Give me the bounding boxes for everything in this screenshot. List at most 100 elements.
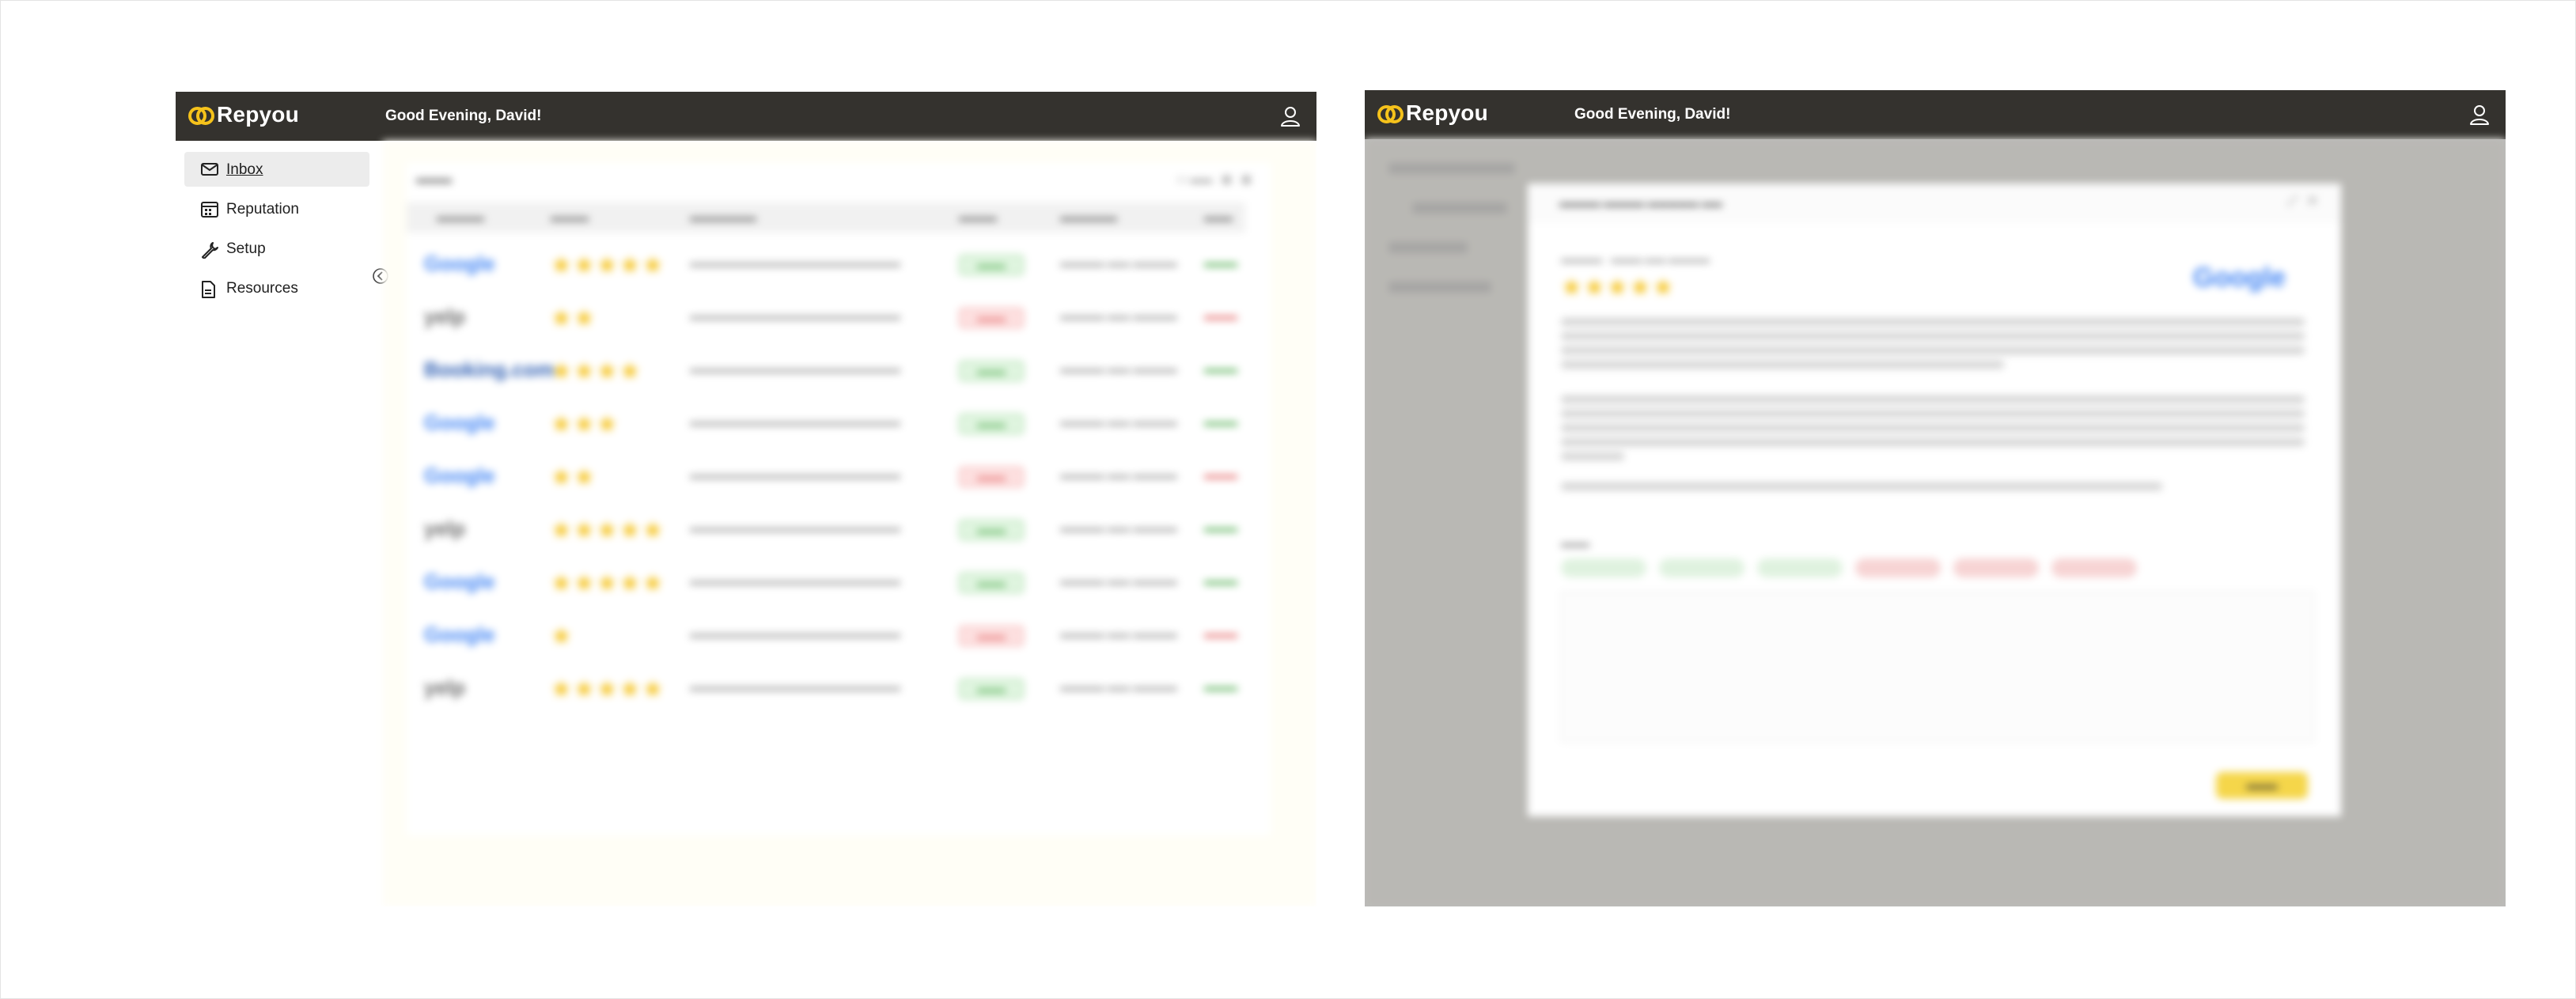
rating-stars: ★	[551, 623, 574, 649]
rating-stars: ★★★	[551, 411, 619, 437]
table-header: ▬▬▬▬▬ ▬▬▬▬ ▬▬▬▬▬▬▬ ▬▬▬▬ ▬▬▬▬▬▬ ▬▬▬	[407, 202, 1245, 233]
repyou-rings-icon	[1377, 104, 1404, 123]
status-label-blurred: ▬▬▬	[1204, 362, 1237, 375]
review-excerpt-blurred: ▬▬▬▬▬▬▬▬▬▬▬▬▬▬▬▬▬▬▬	[690, 521, 900, 534]
sentiment-badge: ▬▬▬	[959, 361, 1024, 381]
top-bar: Repyou Good Evening, David!	[176, 92, 1316, 141]
table-row[interactable]: Google ★★★★★ ▬▬▬▬▬▬▬▬▬▬▬▬▬▬▬▬▬▬▬ ▬▬▬ ▬▬▬▬ ▬▬…	[407, 236, 1245, 289]
table-row[interactable]: Google ★★★★★ ▬▬▬▬▬▬▬▬▬▬▬▬▬▬▬▬▬▬▬ ▬▬▬ ▬▬▬▬ ▬▬…	[407, 554, 1245, 607]
sentiment-badge: ▬▬▬	[959, 467, 1024, 487]
review-source-logo: yelp	[424, 305, 466, 328]
review-text-line	[1561, 482, 2162, 490]
sentiment-badge: ▬▬▬	[959, 255, 1024, 275]
review-date-blurred: ▬▬▬▬ ▬▬ ▬▬▬▬	[1060, 309, 1177, 322]
review-meta-blurred: ▬▬▬▬ · ▬▬▬ ▬▬ ▬▬▬▬	[1561, 253, 1710, 265]
review-excerpt-blurred: ▬▬▬▬▬▬▬▬▬▬▬▬▬▬▬▬▬▬▬	[690, 256, 900, 269]
review-text-line	[1561, 438, 2305, 446]
table-row[interactable]: yelp ★★★★★ ▬▬▬▬▬▬▬▬▬▬▬▬▬▬▬▬▬▬▬ ▬▬▬ ▬▬▬▬ ▬▬ ▬…	[407, 501, 1245, 554]
inbox-screen: Repyou Good Evening, David! Inbox Reputa…	[176, 92, 1316, 906]
table-row[interactable]: Booking.com ★★★★ ▬▬▬▬▬▬▬▬▬▬▬▬▬▬▬▬▬▬▬ ▬▬▬ ▬▬▬…	[407, 342, 1245, 395]
greeting: Good Evening, David!	[385, 108, 542, 124]
review-text-line	[1561, 424, 2305, 432]
review-text-line	[1561, 346, 2305, 354]
review-date-blurred: ▬▬▬▬ ▬▬ ▬▬▬▬	[1060, 627, 1177, 640]
review-text-line	[1561, 452, 1624, 460]
rating-stars: ★★★★★	[551, 570, 665, 596]
review-text-line	[1561, 332, 2305, 340]
sidebar: Inbox Reputation Setup Resources	[176, 141, 388, 906]
sidebar-item-inbox[interactable]: Inbox	[184, 152, 369, 187]
sentiment-badge: ▬▬▬	[959, 308, 1024, 328]
document-icon	[202, 281, 215, 298]
submit-button[interactable]: ▬▬▬	[2216, 772, 2308, 799]
review-excerpt-blurred: ▬▬▬▬▬▬▬▬▬▬▬▬▬▬▬▬▬▬▬	[690, 680, 900, 693]
table-row[interactable]: yelp ★★★★★ ▬▬▬▬▬▬▬▬▬▬▬▬▬▬▬▬▬▬▬ ▬▬▬ ▬▬▬▬ ▬▬ ▬…	[407, 660, 1245, 713]
top-bar: Repyou Good Evening, David!	[1365, 90, 2506, 139]
review-date-blurred: ▬▬▬▬ ▬▬ ▬▬▬▬	[1060, 362, 1177, 375]
tag-chip[interactable]	[2051, 558, 2137, 577]
card-toolbar-blurred: ▭ ▬▬ ▣ ▣	[1176, 172, 1252, 185]
review-date-blurred: ▬▬▬▬ ▬▬ ▬▬▬▬	[1060, 574, 1177, 587]
review-source-logo: yelp	[424, 517, 466, 540]
brand-logo[interactable]: Repyou	[188, 102, 299, 127]
repyou-rings-icon	[188, 105, 214, 125]
status-label-blurred: ▬▬▬	[1204, 256, 1237, 269]
tag-chip[interactable]	[1757, 558, 1843, 577]
review-source-logo: Google	[424, 411, 495, 434]
review-source-logo: Google	[424, 464, 495, 487]
brand-name: Repyou	[217, 102, 299, 127]
reviews-card: ▬▬▬ ▭ ▬▬ ▣ ▣ ▬▬▬▬▬ ▬▬▬▬ ▬▬▬▬▬▬▬ ▬▬▬▬ ▬▬▬…	[407, 163, 1271, 835]
calendar-grid-icon	[201, 202, 218, 218]
brand-logo[interactable]: Repyou	[1377, 100, 1488, 126]
status-label-blurred: ▬▬▬	[1204, 309, 1237, 322]
review-excerpt-blurred: ▬▬▬▬▬▬▬▬▬▬▬▬▬▬▬▬▬▬▬	[690, 574, 900, 587]
review-modal-screen: Repyou Good Evening, David! ▬▬▬▬ ▬▬▬▬ ▬▬…	[1365, 90, 2506, 906]
sidebar-item-reputation[interactable]: Reputation	[184, 191, 369, 226]
review-text-line	[1561, 410, 2305, 418]
sentiment-badge: ▬▬▬	[959, 679, 1024, 699]
review-excerpt-blurred: ▬▬▬▬▬▬▬▬▬▬▬▬▬▬▬▬▬▬▬	[690, 362, 900, 375]
table-row[interactable]: yelp ★★ ▬▬▬▬▬▬▬▬▬▬▬▬▬▬▬▬▬▬▬ ▬▬▬ ▬▬▬▬ ▬▬ ▬▬▬▬…	[407, 289, 1245, 342]
review-source-logo: Google	[424, 570, 495, 593]
status-label-blurred: ▬▬▬	[1204, 627, 1237, 640]
review-date-blurred: ▬▬▬▬ ▬▬ ▬▬▬▬	[1060, 256, 1177, 269]
sentiment-badge: ▬▬▬	[959, 520, 1024, 540]
sidebar-item-setup[interactable]: Setup	[184, 231, 369, 266]
review-source-logo: yelp	[424, 675, 466, 699]
wrench-icon	[202, 242, 218, 259]
table-row[interactable]: Google ★★ ▬▬▬▬▬▬▬▬▬▬▬▬▬▬▬▬▬▬▬ ▬▬▬ ▬▬▬▬ ▬▬ ▬▬…	[407, 448, 1245, 501]
greeting: Good Evening, David!	[1574, 106, 1731, 123]
sidebar-item-label: Resources	[226, 280, 298, 297]
sidebar-item-label: Setup	[226, 240, 266, 257]
rating-stars: ★★	[551, 305, 597, 331]
sentiment-badge: ▬▬▬	[959, 626, 1024, 646]
status-label-blurred: ▬▬▬	[1204, 468, 1237, 481]
review-source-logo: Booking.com	[424, 358, 555, 381]
table-row[interactable]: Google ★★★ ▬▬▬▬▬▬▬▬▬▬▬▬▬▬▬▬▬▬▬ ▬▬▬ ▬▬▬▬ ▬▬ ▬…	[407, 395, 1245, 448]
sidebar-item-resources[interactable]: Resources	[184, 271, 369, 305]
review-modal-blurred: ▬▬▬▬ ▬▬▬▬ ▬▬▬▬▬ ▬▬ ⤢ ✕ ▬▬▬▬ · ▬▬▬ ▬▬ ▬▬▬…	[1528, 184, 2341, 816]
review-excerpt-blurred: ▬▬▬▬▬▬▬▬▬▬▬▬▬▬▬▬▬▬▬	[690, 309, 900, 322]
review-text-line	[1561, 361, 2004, 369]
rating-stars: ★★★★	[551, 358, 642, 384]
envelope-icon	[201, 163, 218, 176]
review-date-blurred: ▬▬▬▬ ▬▬ ▬▬▬▬	[1060, 468, 1177, 481]
review-date-blurred: ▬▬▬▬ ▬▬ ▬▬▬▬	[1060, 521, 1177, 534]
user-icon[interactable]	[1279, 104, 1302, 128]
sentiment-badge: ▬▬▬	[959, 573, 1024, 593]
modal-header: ▬▬▬▬ ▬▬▬▬ ▬▬▬▬▬ ▬▬ ⤢ ✕	[1528, 184, 2341, 223]
status-label-blurred: ▬▬▬	[1204, 415, 1237, 428]
tag-chip[interactable]	[1659, 558, 1744, 577]
table-row[interactable]: Google ★ ▬▬▬▬▬▬▬▬▬▬▬▬▬▬▬▬▬▬▬ ▬▬▬ ▬▬▬▬ ▬▬ ▬▬▬…	[407, 607, 1245, 660]
tags-label-blurred: ▬▬▬	[1561, 538, 1589, 549]
tag-chip[interactable]	[1953, 558, 2039, 577]
review-source-logo: Google	[424, 252, 495, 275]
sidebar-item-label: Inbox	[226, 161, 263, 178]
modal-close-icons[interactable]: ⤢ ✕	[2287, 195, 2317, 209]
user-icon[interactable]	[2468, 103, 2491, 127]
reply-textarea[interactable]	[1561, 592, 2314, 742]
tag-chip[interactable]	[1855, 558, 1941, 577]
status-label-blurred: ▬▬▬	[1204, 521, 1237, 534]
review-excerpt-blurred: ▬▬▬▬▬▬▬▬▬▬▬▬▬▬▬▬▬▬▬	[690, 627, 900, 640]
tag-chip[interactable]	[1561, 558, 1646, 577]
